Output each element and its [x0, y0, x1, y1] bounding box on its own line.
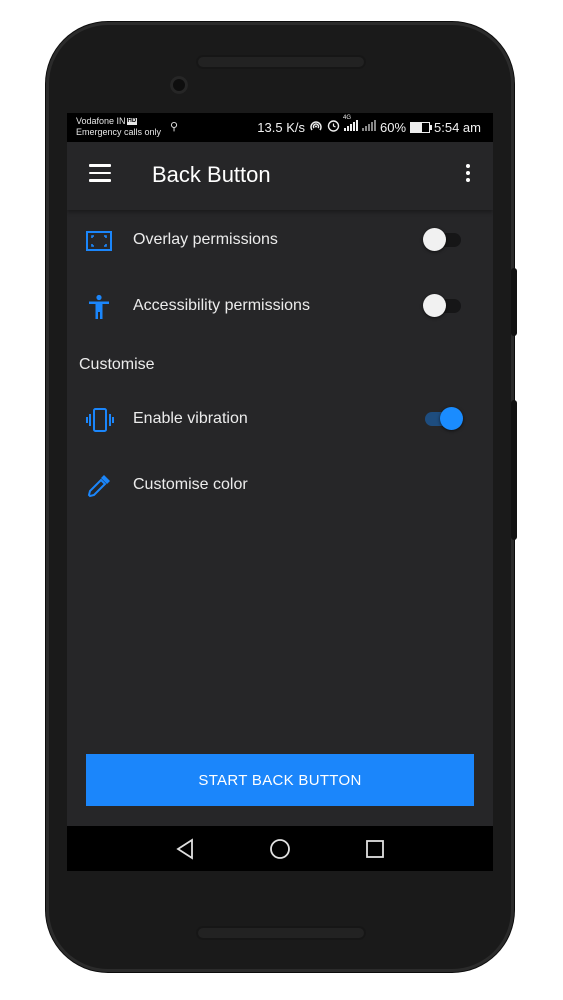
- signal-no-sim-icon: [361, 120, 376, 134]
- hamburger-menu-icon[interactable]: [89, 164, 111, 182]
- eyedropper-icon: [85, 472, 113, 500]
- bottom-speaker: [196, 926, 366, 940]
- setting-row-overlay[interactable]: Overlay permissions: [67, 213, 493, 269]
- carrier-info: Vodafone IN HD Emergency calls only: [76, 116, 161, 138]
- start-back-button[interactable]: START BACK BUTTON: [86, 754, 474, 806]
- setting-label: Overlay permissions: [133, 231, 278, 248]
- home-nav-icon[interactable]: [269, 838, 291, 860]
- navigation-bar: [67, 826, 493, 871]
- screen: Vodafone IN HD Emergency calls only ⚲ 13.…: [67, 113, 493, 871]
- status-bar: Vodafone IN HD Emergency calls only ⚲ 13.…: [67, 113, 493, 142]
- battery-percent: 60%: [379, 119, 407, 135]
- setting-row-color[interactable]: Customise color: [67, 458, 493, 514]
- signal-4g-icon: 4G: [343, 115, 358, 134]
- clock: 5:54 am: [434, 119, 481, 135]
- front-camera: [170, 76, 188, 94]
- vibration-toggle[interactable]: [425, 407, 463, 430]
- setting-label: Enable vibration: [133, 410, 248, 427]
- setting-row-vibration[interactable]: Enable vibration: [67, 392, 493, 448]
- power-button: [511, 268, 517, 336]
- section-header-customise: Customise: [79, 356, 155, 373]
- accessibility-icon: [85, 293, 113, 321]
- overlay-icon: [85, 227, 113, 255]
- setting-label: Accessibility permissions: [133, 297, 310, 314]
- overflow-menu-icon[interactable]: [465, 164, 471, 184]
- status-right: 13.5 K/s 4G 60% 5:54 am: [257, 115, 481, 135]
- vibration-icon: [85, 406, 114, 434]
- network-type: 4G: [342, 115, 351, 121]
- network-speed: 13.5 K/s: [257, 119, 305, 135]
- battery-icon: [410, 121, 433, 133]
- hd-badge: HD: [126, 118, 138, 125]
- app-bar: Back Button: [67, 142, 493, 210]
- overlay-toggle[interactable]: [423, 228, 461, 251]
- alarm-icon: [327, 119, 340, 135]
- setting-label: Customise color: [133, 476, 248, 493]
- setting-row-accessibility[interactable]: Accessibility permissions: [67, 279, 493, 335]
- carrier-name: Vodafone IN: [76, 116, 126, 126]
- back-nav-icon[interactable]: [174, 838, 196, 860]
- accessibility-toggle[interactable]: [423, 294, 461, 317]
- top-speaker: [196, 55, 366, 69]
- page-title: Back Button: [152, 162, 271, 187]
- usb-icon: ⚲: [170, 121, 179, 133]
- hotspot-icon: [309, 120, 323, 135]
- volume-button: [511, 400, 517, 540]
- emergency-text: Emergency calls only: [76, 127, 162, 137]
- recents-nav-icon[interactable]: [364, 838, 386, 860]
